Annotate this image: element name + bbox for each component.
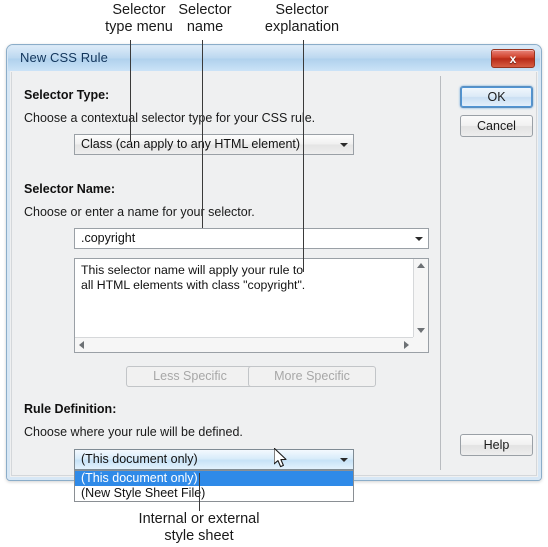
mouse-cursor — [274, 448, 287, 468]
selector-explanation-box: This selector name will apply your rule … — [74, 258, 429, 353]
rule-definition-dropdown[interactable]: (This document only) — [74, 449, 354, 470]
more-specific-button[interactable]: More Specific — [248, 366, 376, 387]
chevron-down-icon — [335, 135, 353, 154]
rule-definition-heading: Rule Definition: — [24, 402, 117, 416]
leader-line-selector-name — [202, 40, 203, 228]
dialog-title: New CSS Rule — [20, 50, 108, 65]
rule-definition-description: Choose where your rule will be defined. — [24, 425, 243, 439]
selector-name-value: .copyright — [81, 231, 136, 245]
selector-type-heading: Selector Type: — [24, 88, 110, 102]
chevron-down-icon[interactable] — [410, 229, 428, 248]
panel-divider — [440, 76, 441, 470]
explanation-horizontal-scrollbar[interactable] — [75, 337, 413, 352]
dialog-titlebar[interactable]: New CSS Rule x — [8, 46, 540, 71]
selector-type-description: Choose a contextual selector type for yo… — [24, 111, 316, 125]
annotation-selector-explanation: Selector explanation — [264, 2, 340, 35]
scrollbar-corner — [413, 337, 428, 352]
screenshot-root: Selector type menu Selector name Selecto… — [0, 0, 548, 547]
chevron-down-icon[interactable] — [335, 450, 353, 469]
selector-name-heading: Selector Name: — [24, 182, 116, 196]
selector-name-input[interactable]: .copyright — [74, 228, 429, 249]
less-specific-button[interactable]: Less Specific — [126, 366, 254, 387]
close-icon[interactable]: x — [491, 49, 535, 68]
rule-definition-value: (This document only) — [81, 452, 198, 466]
explanation-vertical-scrollbar[interactable] — [413, 259, 428, 337]
dropdown-option-this-document-only[interactable]: (This document only) — [75, 471, 353, 486]
dialog-body: Selector Type: Choose a contextual selec… — [11, 72, 537, 502]
cancel-button[interactable]: Cancel — [460, 115, 533, 137]
leader-line-selector-explanation — [303, 40, 304, 272]
selector-type-value: Class (can apply to any HTML element) — [81, 137, 301, 151]
scroll-down-icon[interactable] — [417, 328, 425, 333]
rule-definition-dropdown-list[interactable]: (This document only) (New Style Sheet Fi… — [74, 470, 354, 502]
selector-name-description: Choose or enter a name for your selector… — [24, 205, 255, 219]
ok-button[interactable]: OK — [460, 86, 533, 108]
selector-type-dropdown[interactable]: Class (can apply to any HTML element) — [74, 134, 354, 155]
scroll-up-icon[interactable] — [417, 263, 425, 268]
leader-line-style-sheet — [199, 473, 200, 511]
selector-explanation-text: This selector name will apply your rule … — [81, 263, 306, 292]
leader-line-selector-type-menu — [130, 40, 131, 142]
annotation-internal-or-external-style-sheet: Internal or external style sheet — [138, 511, 260, 544]
scroll-right-icon[interactable] — [404, 341, 409, 349]
scroll-left-icon[interactable] — [79, 341, 84, 349]
new-css-rule-dialog: New CSS Rule x Selector Type: Choose a c… — [6, 44, 542, 502]
help-button[interactable]: Help — [460, 434, 533, 456]
dropdown-option-new-style-sheet-file[interactable]: (New Style Sheet File) — [75, 486, 353, 501]
